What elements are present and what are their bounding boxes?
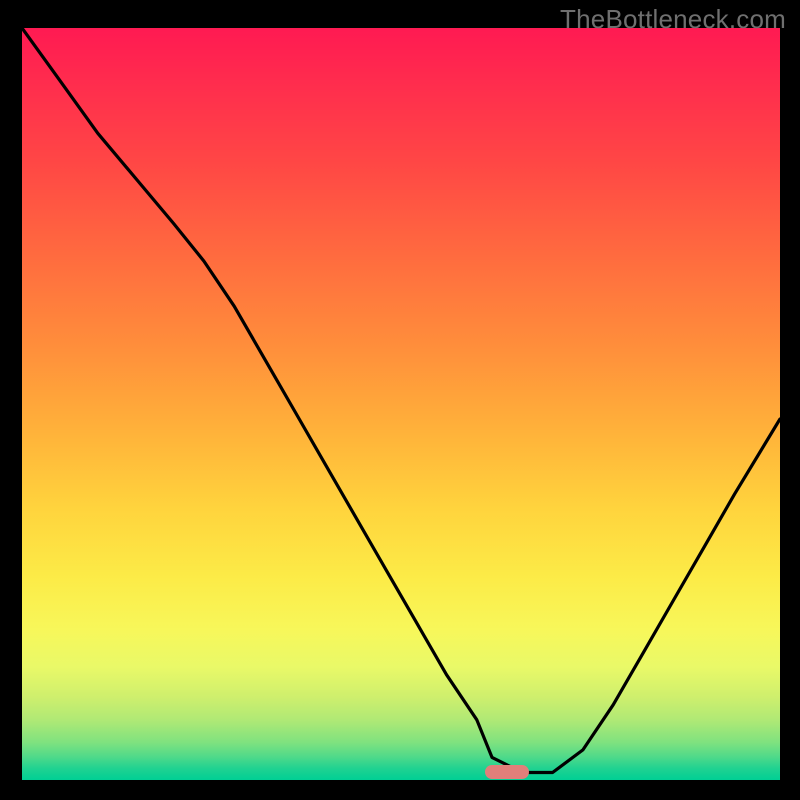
plot-area [22, 28, 780, 780]
watermark-text: TheBottleneck.com [560, 4, 786, 35]
bottleneck-curve [22, 28, 780, 780]
chart-frame: TheBottleneck.com [0, 0, 800, 800]
optimal-marker [485, 765, 529, 779]
